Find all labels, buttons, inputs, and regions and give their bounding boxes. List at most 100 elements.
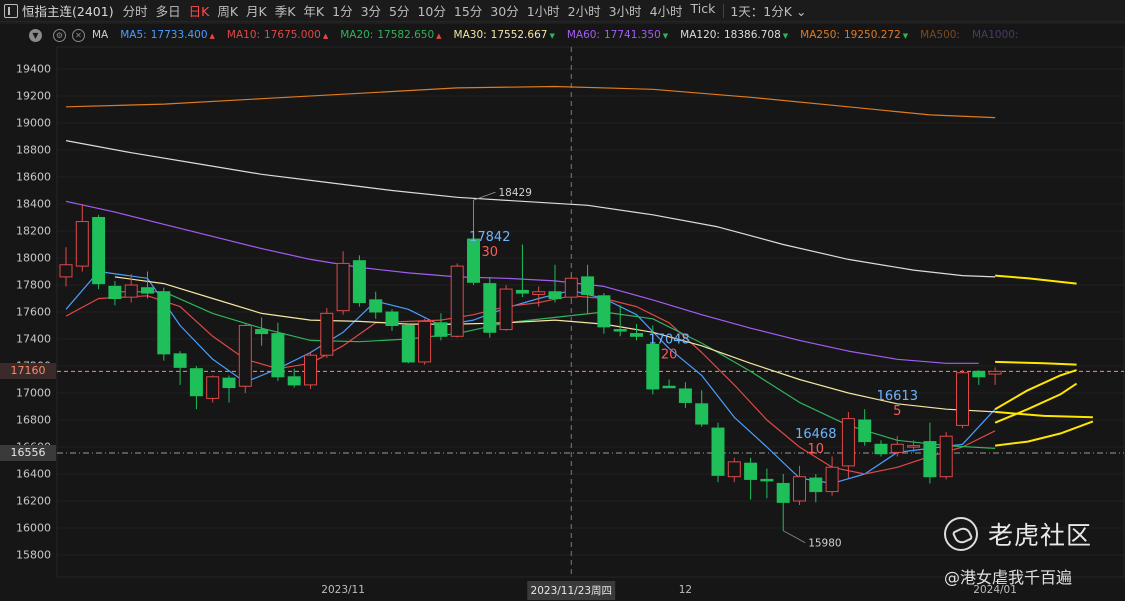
ma-value: 17741.350: [603, 29, 661, 41]
candle-down: [776, 482, 790, 503]
ma-value: 18386.708: [723, 29, 781, 41]
candle-up: [956, 372, 969, 426]
ma-item[interactable]: MA1000:: [972, 29, 1019, 41]
candle-up: [336, 262, 350, 312]
period-tab[interactable]: 季K: [275, 1, 304, 20]
instrument-title[interactable]: 恒指主连(2401): [22, 1, 114, 20]
period-tab[interactable]: Tick: [691, 1, 724, 20]
candlestick-chart[interactable]: 1784230 1704820 1646810 166135 18429 15980: [0, 0, 1125, 601]
ma-item[interactable]: MA30: 17552.667 ▼: [454, 29, 555, 41]
price-badge: 17160: [0, 363, 56, 380]
candle-up: [907, 445, 921, 448]
candle-down: [108, 285, 122, 300]
candle-down: [173, 353, 187, 368]
trend-down-icon: ▼: [549, 32, 555, 40]
ma-line-ma60: [65, 200, 979, 364]
period-tab[interactable]: 多日: [156, 1, 189, 20]
projection-line: [995, 360, 1077, 366]
peak-price-label: 17842: [469, 230, 510, 245]
collapse-icon[interactable]: ▼: [29, 28, 42, 42]
period-tab[interactable]: 30分: [490, 1, 526, 20]
period-tab[interactable]: 10分: [417, 1, 453, 20]
projection-line: [995, 410, 1093, 419]
instrument-icon[interactable]: [4, 3, 18, 18]
candle-up: [825, 466, 839, 493]
period-tab[interactable]: 5分: [389, 1, 417, 20]
ma-value: 17675.000: [264, 29, 321, 41]
y-tick-label: 16400: [16, 467, 51, 481]
candle-down: [711, 427, 725, 476]
ma-item[interactable]: MA120: 18386.708 ▼: [680, 29, 788, 41]
peak-day-label: 20: [661, 348, 678, 363]
peak-day-label: 30: [482, 245, 499, 260]
projection-line: [994, 382, 1078, 424]
trend-up-icon: ▲: [322, 32, 329, 40]
candle-up: [793, 476, 806, 502]
candle-down: [189, 368, 203, 397]
period-tab[interactable]: 周K: [217, 1, 246, 20]
y-tick-label: 16800: [16, 413, 51, 427]
ma-item[interactable]: MA5: 17733.400 ▲: [120, 29, 215, 41]
candle-down: [287, 376, 301, 386]
candle-down: [923, 441, 937, 478]
ma-item[interactable]: MA500:: [920, 29, 960, 41]
candle-up: [727, 461, 741, 478]
period-tab[interactable]: 15分: [454, 1, 490, 20]
candle-down: [678, 388, 692, 403]
candle-down: [662, 385, 676, 389]
ma-label: MA60:: [566, 29, 600, 41]
period-tab[interactable]: 分时: [123, 1, 156, 20]
period-toolbar: 恒指主连(2401) 分时 多日 日K 周K 月K 季K 年K 1分 3分 5分 10分 15分 30分…: [0, 0, 1125, 22]
ma-label: MA250:: [800, 29, 840, 41]
candle-down: [255, 329, 269, 335]
period-tab[interactable]: 2小时: [568, 1, 609, 20]
period-tab[interactable]: 年K: [303, 1, 332, 20]
ma-item[interactable]: MA20: 17582.650 ▲: [340, 29, 441, 41]
y-tick-label: 18400: [16, 197, 51, 211]
period-tab[interactable]: 月K: [246, 1, 275, 20]
trend-down-icon: ▼: [782, 32, 789, 40]
candle-up: [450, 265, 464, 337]
peak-day-label: 10: [808, 442, 825, 457]
ma-item[interactable]: MA250: 19250.272 ▼: [800, 29, 908, 41]
close-icon[interactable]: ✕: [72, 28, 85, 42]
ma-label: MA10:: [226, 29, 261, 41]
period-tab[interactable]: 3小时: [609, 1, 650, 20]
ma-value: 17582.650: [377, 29, 435, 41]
period-tab[interactable]: 1分: [332, 1, 360, 20]
gear-icon[interactable]: ⚙: [53, 28, 66, 42]
ma-item[interactable]: MA10: 17675.000 ▲: [227, 29, 328, 41]
ma-value: 17733.400: [150, 29, 208, 41]
toolbar-divider: [723, 3, 725, 18]
period-tab[interactable]: 1小时: [527, 1, 568, 20]
candle-up: [841, 418, 855, 467]
candle-down: [369, 299, 383, 313]
candle-up: [124, 284, 138, 298]
ma-value: 17552.667: [490, 29, 548, 41]
y-tick-label: 16200: [16, 494, 51, 508]
candle-down: [760, 478, 774, 482]
period-tab[interactable]: 日K: [189, 1, 218, 20]
period-tab[interactable]: 3分: [361, 1, 389, 20]
candle-down: [972, 370, 986, 378]
y-tick-label: 17400: [16, 332, 51, 346]
y-tick-label: 18600: [16, 170, 51, 184]
candle-down: [92, 217, 106, 285]
candle-down: [630, 333, 643, 337]
peak-day-label: 5: [893, 404, 901, 419]
range-dropdown[interactable]: 1天：1分K ⌄: [730, 1, 806, 20]
ma-line-ma30: [114, 276, 996, 413]
period-tab[interactable]: 4小时: [650, 1, 691, 20]
ma-line-ma5: [65, 270, 996, 484]
ma-item[interactable]: MA60: 17741.350 ▼: [567, 29, 668, 41]
projection-line: [995, 274, 1077, 285]
candle-down: [434, 322, 448, 337]
trend-down-icon: ▼: [662, 32, 669, 40]
candle-up: [988, 370, 1002, 375]
candle-down: [401, 325, 415, 363]
crosshair-date-label: 2023/11/23周四: [527, 581, 616, 600]
indicator-name[interactable]: MA: [92, 29, 108, 41]
ma-indicator-bar: ▼ ⚙ ✕ MA MA5: 17733.400 ▲ MA10: 17675.000 ▲ MA…: [0, 24, 1125, 46]
ma-label: MA120:: [680, 29, 720, 41]
low-label: 15980: [808, 538, 841, 550]
